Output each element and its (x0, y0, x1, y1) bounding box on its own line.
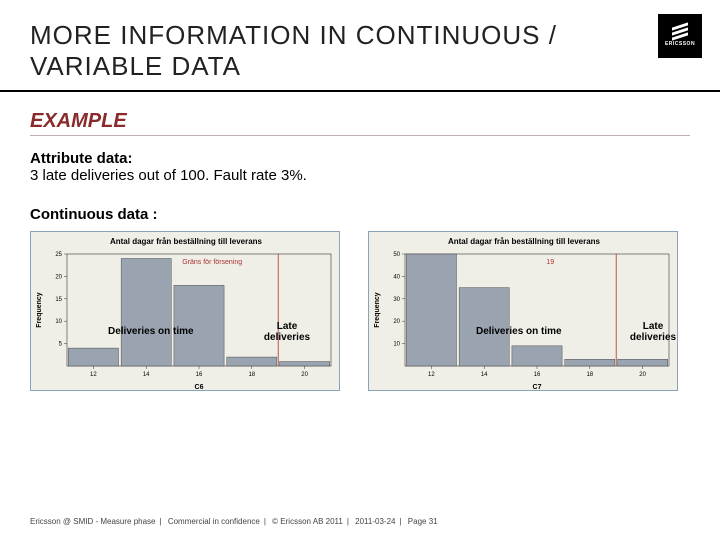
footer-p1: Ericsson @ SMID - Measure phase (30, 517, 156, 526)
svg-text:20: 20 (393, 319, 400, 325)
page-title: MORE INFORMATION IN CONTINUOUS / VARIABL… (30, 20, 690, 82)
svg-text:12: 12 (428, 372, 435, 378)
svg-text:5: 5 (59, 342, 63, 348)
svg-text:20: 20 (301, 372, 308, 378)
svg-text:30: 30 (393, 297, 400, 303)
footer-p2: Commercial in confidence (168, 517, 260, 526)
chart-left: Antal dagar från beställning till levera… (30, 231, 340, 391)
chart-left-wrap: Antal dagar från beställning till levera… (30, 231, 340, 391)
svg-text:15: 15 (55, 297, 62, 303)
svg-text:Antal dagar från beställning t: Antal dagar från beställning till levera… (448, 237, 601, 246)
chart-right: Antal dagar från beställning till levera… (368, 231, 678, 391)
svg-text:Frequency: Frequency (374, 292, 381, 328)
svg-text:12: 12 (90, 372, 97, 378)
svg-text:20: 20 (639, 372, 646, 378)
footer-p3: © Ericsson AB 2011 (272, 517, 343, 526)
svg-text:25: 25 (55, 252, 62, 258)
charts-row: Antal dagar från beställning till levera… (30, 231, 690, 391)
svg-text:16: 16 (534, 372, 541, 378)
svg-text:40: 40 (393, 274, 400, 280)
svg-text:C7: C7 (533, 384, 542, 391)
svg-text:50: 50 (393, 252, 400, 258)
svg-text:10: 10 (55, 319, 62, 325)
svg-text:14: 14 (143, 372, 150, 378)
svg-text:18: 18 (248, 372, 255, 378)
continuous-label: Continuous data : (30, 206, 690, 223)
attribute-text: 3 late deliveries out of 100. Fault rate… (30, 167, 690, 184)
footer-p5: Page 31 (408, 517, 438, 526)
svg-text:14: 14 (481, 372, 488, 378)
svg-text:16: 16 (196, 372, 203, 378)
example-heading: EXAMPLE (30, 110, 690, 136)
chart-right-wrap: Antal dagar från beställning till levera… (368, 231, 678, 391)
svg-text:Antal dagar från beställning t: Antal dagar från beställning till levera… (110, 237, 263, 246)
attribute-label: Attribute data: (30, 150, 690, 167)
svg-text:C6: C6 (195, 384, 204, 391)
svg-text:18: 18 (586, 372, 593, 378)
svg-text:19: 19 (546, 259, 554, 266)
footer-p4: 2011-03-24 (355, 517, 395, 526)
svg-text:10: 10 (393, 342, 400, 348)
brand-name: ERICSSON (665, 41, 695, 47)
svg-text:Gräns för försening: Gräns för försening (182, 259, 242, 266)
footer: Ericsson @ SMID - Measure phase| Commerc… (30, 517, 438, 526)
svg-text:20: 20 (55, 274, 62, 280)
ericsson-logo: ERICSSON (658, 14, 702, 58)
svg-text:Frequency: Frequency (36, 292, 43, 328)
